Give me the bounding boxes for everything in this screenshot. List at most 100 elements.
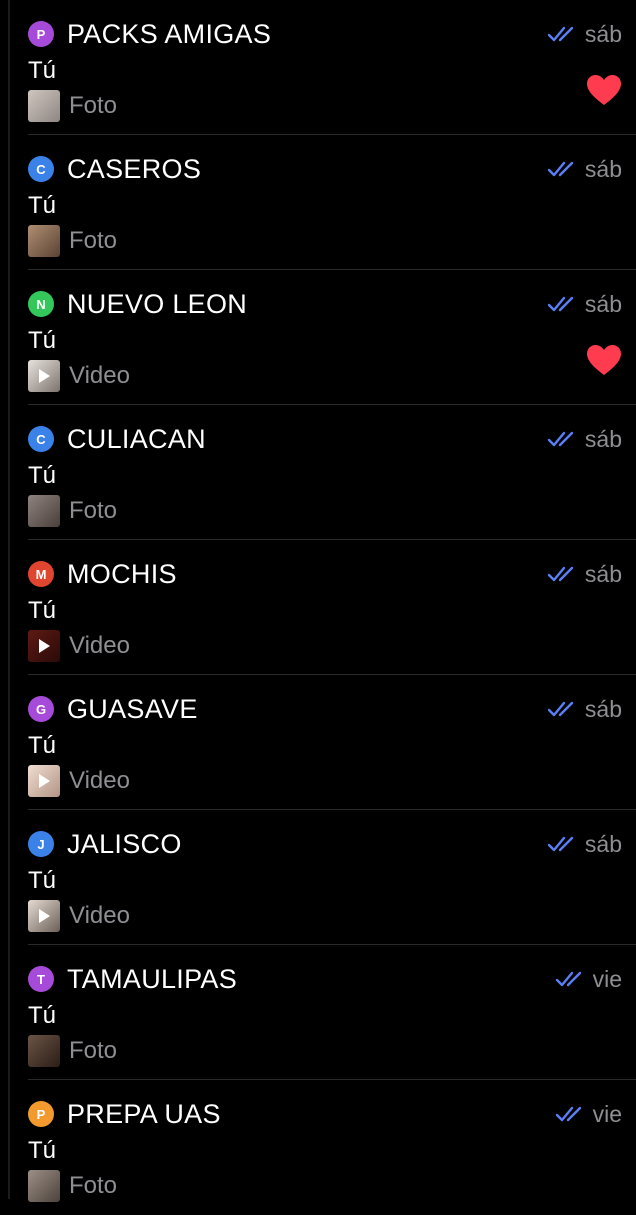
media-type-label: Foto <box>69 1172 118 1199</box>
play-icon <box>39 774 50 788</box>
media-type-label: Video <box>69 632 130 659</box>
chat-list: P PACKS AMIGAS sáb Tú Foto C CASEROS sáb… <box>0 0 636 1202</box>
chat-name: TAMAULIPAS <box>67 963 238 994</box>
double-check-icon <box>555 971 581 987</box>
chat-name: CULIACAN <box>67 423 206 454</box>
chat-meta: sáb <box>547 560 622 588</box>
sender-label: Tú <box>28 327 57 354</box>
last-message-preview: Video <box>28 358 130 394</box>
chat-name: MOCHIS <box>67 558 177 589</box>
chat-title: N NUEVO LEON <box>28 287 247 321</box>
chat-meta: sáb <box>547 425 622 453</box>
chat-row[interactable]: G GUASAVE sáb Tú Video <box>0 675 636 810</box>
chat-row[interactable]: P PREPA UAS vie Tú Foto <box>0 1080 636 1215</box>
group-avatar: P <box>28 1101 54 1127</box>
media-type-label: Video <box>69 902 130 929</box>
sender-label: Tú <box>28 597 57 624</box>
sender-label: Tú <box>28 462 57 489</box>
sender-label: Tú <box>28 192 57 219</box>
chat-date: vie <box>592 965 622 992</box>
chat-title: P PREPA UAS <box>28 1097 221 1131</box>
heart-icon <box>587 75 621 105</box>
chat-row[interactable]: C CASEROS sáb Tú Foto <box>0 135 636 270</box>
media-thumbnail <box>28 495 60 527</box>
chat-date: sáb <box>584 560 622 587</box>
double-check-icon <box>547 701 574 717</box>
chat-title: C CASEROS <box>28 152 201 186</box>
chat-date: sáb <box>584 695 622 722</box>
chat-row[interactable]: N NUEVO LEON sáb Tú Video <box>0 270 636 405</box>
last-message-preview: Video <box>28 763 130 799</box>
media-thumbnail <box>28 360 60 392</box>
chat-row[interactable]: P PACKS AMIGAS sáb Tú Foto <box>0 0 636 135</box>
group-avatar: C <box>28 426 54 452</box>
sender-label: Tú <box>28 57 57 84</box>
last-message-preview: Video <box>28 898 130 934</box>
media-type-label: Video <box>69 767 130 794</box>
chat-date: sáb <box>584 155 622 182</box>
group-avatar: J <box>28 831 54 857</box>
double-check-icon <box>555 1106 581 1122</box>
last-message-preview: Foto <box>28 1033 117 1069</box>
play-icon <box>39 639 50 653</box>
group-avatar: G <box>28 696 54 722</box>
chat-meta: sáb <box>547 830 622 858</box>
chat-name: CASEROS <box>67 153 202 184</box>
last-message-preview: Foto <box>28 493 117 529</box>
chat-row[interactable]: C CULIACAN sáb Tú Foto <box>0 405 636 540</box>
chat-date: vie <box>592 1100 622 1127</box>
chat-meta: sáb <box>547 20 622 48</box>
chat-meta: vie <box>555 965 622 993</box>
media-thumbnail <box>28 225 60 257</box>
double-check-icon <box>547 836 574 852</box>
media-type-label: Foto <box>69 227 118 254</box>
double-check-icon <box>547 296 574 312</box>
chat-meta: sáb <box>547 290 622 318</box>
double-check-icon <box>547 566 574 582</box>
chat-title: G GUASAVE <box>28 692 198 726</box>
chat-title: C CULIACAN <box>28 422 206 456</box>
chat-meta: vie <box>555 1100 622 1128</box>
media-type-label: Foto <box>69 497 118 524</box>
last-message-preview: Foto <box>28 223 117 259</box>
chat-name: JALISCO <box>67 828 182 859</box>
chat-meta: sáb <box>547 695 622 723</box>
chat-name: PACKS AMIGAS <box>67 18 272 49</box>
double-check-icon <box>547 161 574 177</box>
chat-title: J JALISCO <box>28 827 182 861</box>
play-icon <box>39 369 50 383</box>
sender-label: Tú <box>28 867 57 894</box>
media-thumbnail <box>28 900 60 932</box>
sender-label: Tú <box>28 1002 57 1029</box>
media-thumbnail <box>28 630 60 662</box>
chat-row[interactable]: T TAMAULIPAS vie Tú Foto <box>0 945 636 1080</box>
chat-name: PREPA UAS <box>67 1098 221 1129</box>
chat-date: sáb <box>584 20 622 47</box>
double-check-icon <box>547 26 574 42</box>
chat-date: sáb <box>584 425 622 452</box>
group-avatar: N <box>28 291 54 317</box>
chat-row[interactable]: M MOCHIS sáb Tú Video <box>0 540 636 675</box>
last-message-preview: Foto <box>28 88 117 124</box>
sender-label: Tú <box>28 1137 57 1164</box>
group-avatar: P <box>28 21 54 47</box>
media-thumbnail <box>28 1170 60 1202</box>
chat-title: T TAMAULIPAS <box>28 962 237 996</box>
sender-label: Tú <box>28 732 57 759</box>
media-thumbnail <box>28 90 60 122</box>
chat-row[interactable]: J JALISCO sáb Tú Video <box>0 810 636 945</box>
group-avatar: T <box>28 966 54 992</box>
media-type-label: Video <box>69 362 130 389</box>
play-icon <box>39 909 50 923</box>
double-check-icon <box>547 431 574 447</box>
group-avatar: C <box>28 156 54 182</box>
chat-name: NUEVO LEON <box>67 288 248 319</box>
chat-name: GUASAVE <box>67 693 198 724</box>
media-type-label: Foto <box>69 1037 118 1064</box>
chat-date: sáb <box>584 830 622 857</box>
heart-icon <box>587 345 621 375</box>
chat-title: M MOCHIS <box>28 557 177 591</box>
chat-meta: sáb <box>547 155 622 183</box>
chat-date: sáb <box>584 290 622 317</box>
last-message-preview: Video <box>28 628 130 664</box>
